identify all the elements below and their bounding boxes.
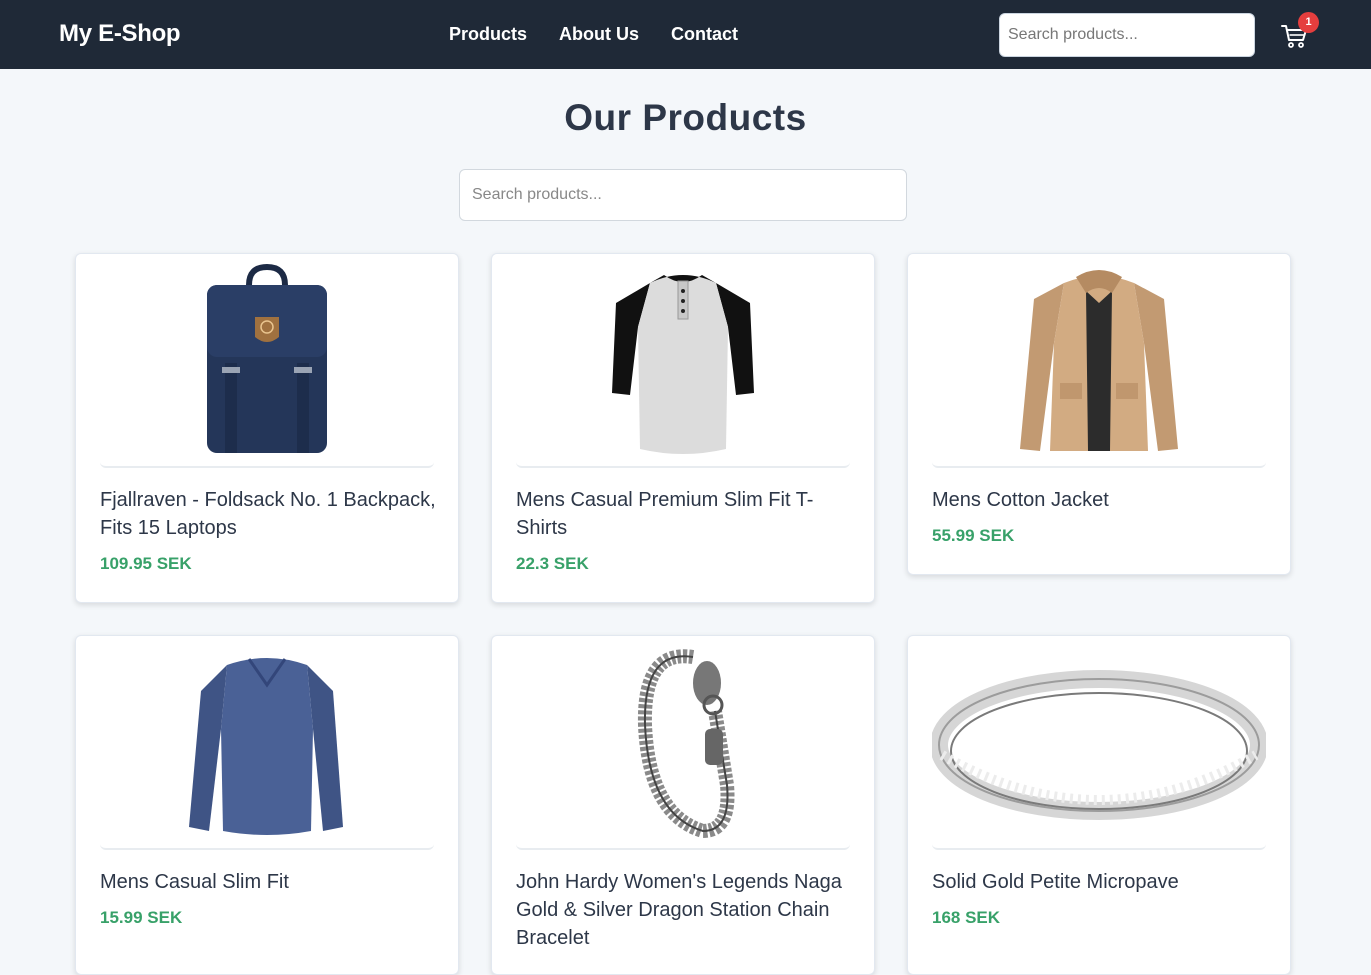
product-image (932, 254, 1266, 468)
product-card[interactable]: Mens Casual Slim Fit 15.99 SEK (75, 635, 459, 975)
product-price: 15.99 SEK (100, 908, 183, 927)
product-card[interactable]: Solid Gold Petite Micropave 168 SEK (907, 635, 1291, 975)
bracelet-icon (637, 649, 735, 839)
tshirt-icon (612, 275, 754, 454)
brand-logo[interactable]: My E-Shop (59, 20, 181, 48)
product-image (100, 636, 434, 850)
nav-links: Products About Us Contact (449, 24, 738, 45)
product-title[interactable]: Fjallraven - Foldsack No. 1 Backpack, Fi… (100, 486, 436, 542)
product-image (516, 254, 850, 468)
product-title[interactable]: John Hardy Women's Legends Naga Gold & S… (516, 868, 852, 952)
product-card[interactable]: John Hardy Women's Legends Naga Gold & S… (491, 635, 875, 975)
product-price: 168 SEK (932, 908, 1001, 927)
page-title: Our Products (564, 97, 807, 138)
product-image (932, 636, 1266, 850)
product-price: 109.95 SEK (100, 554, 192, 573)
jacket-icon (1020, 270, 1178, 451)
product-card[interactable]: Fjallraven - Foldsack No. 1 Backpack, Fi… (75, 253, 459, 603)
top-navbar: My E-Shop Products About Us Contact 1 (0, 0, 1371, 69)
product-title[interactable]: Mens Casual Premium Slim Fit T-Shirts (516, 486, 852, 542)
product-title[interactable]: Mens Casual Slim Fit (100, 868, 436, 896)
longsleeve-icon (189, 658, 343, 835)
product-price: 55.99 SEK (932, 526, 1015, 545)
product-title[interactable]: Mens Cotton Jacket (932, 486, 1268, 514)
nav-products-link[interactable]: Products (449, 24, 527, 45)
product-image (516, 636, 850, 850)
cart-count-badge: 1 (1298, 12, 1319, 33)
ring-icon (932, 670, 1266, 820)
nav-contact-link[interactable]: Contact (671, 24, 738, 45)
backpack-icon (207, 263, 327, 453)
product-price: 22.3 SEK (516, 554, 589, 573)
product-card[interactable]: Mens Casual Premium Slim Fit T-Shirts 22… (491, 253, 875, 603)
product-card[interactable]: Mens Cotton Jacket 55.99 SEK (907, 253, 1291, 575)
product-image (100, 254, 434, 468)
product-title[interactable]: Solid Gold Petite Micropave (932, 868, 1268, 896)
nav-about-link[interactable]: About Us (559, 24, 639, 45)
header-search-input[interactable] (999, 13, 1255, 57)
product-search-input[interactable] (459, 169, 907, 221)
